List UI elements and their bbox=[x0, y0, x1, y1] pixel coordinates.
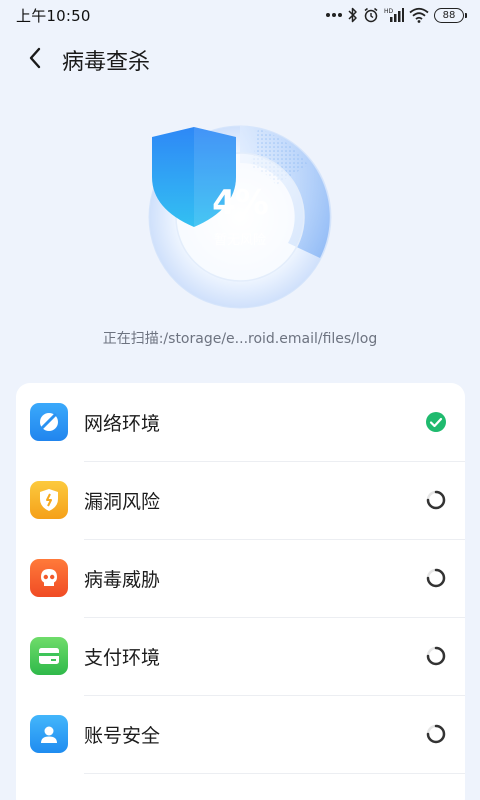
dots-icon bbox=[325, 7, 343, 23]
virus-skull-icon bbox=[30, 559, 68, 597]
check-item-account[interactable]: 账号安全 bbox=[16, 695, 465, 773]
battery-level: 88 bbox=[442, 9, 456, 21]
network-icon bbox=[30, 403, 68, 441]
payment-card-icon bbox=[30, 637, 68, 675]
check-done-icon bbox=[425, 411, 447, 433]
status-icons: HD 88 bbox=[325, 7, 467, 23]
wifi-icon bbox=[409, 7, 429, 23]
chevron-left-icon bbox=[28, 46, 42, 74]
loading-spinner-icon bbox=[425, 723, 447, 745]
divider bbox=[84, 773, 465, 774]
check-item-virus[interactable]: 病毒威胁 bbox=[16, 539, 465, 617]
alarm-icon bbox=[363, 7, 379, 23]
risk-status: 暂无风险 bbox=[213, 233, 266, 248]
status-bar: 上午10:50 HD 88 bbox=[0, 0, 480, 30]
check-item-vulnerability[interactable]: 漏洞风险 bbox=[16, 461, 465, 539]
check-list-card: 网络环境 漏洞风险 病毒威胁 支付环境 账号安全 bbox=[16, 383, 465, 800]
check-label: 账号安全 bbox=[84, 724, 161, 747]
page-title: 病毒查杀 bbox=[62, 50, 151, 75]
scan-progress-gauge: 4% 暂无风险 bbox=[148, 125, 332, 309]
loading-spinner-icon bbox=[425, 645, 447, 667]
hd-signal-icon: HD bbox=[384, 7, 404, 23]
scan-percent: 4% bbox=[212, 183, 269, 223]
status-time: 上午10:50 bbox=[16, 6, 91, 25]
loading-spinner-icon bbox=[425, 489, 447, 511]
vulnerability-shield-icon bbox=[30, 481, 68, 519]
svg-text:HD: HD bbox=[384, 8, 394, 15]
header: 病毒查杀 bbox=[0, 38, 480, 82]
bluetooth-icon bbox=[348, 7, 358, 23]
check-item-payment[interactable]: 支付环境 bbox=[16, 617, 465, 695]
check-item-network[interactable]: 网络环境 bbox=[16, 383, 465, 461]
check-label: 网络环境 bbox=[84, 412, 161, 435]
check-label: 漏洞风险 bbox=[84, 490, 161, 513]
account-user-icon bbox=[30, 715, 68, 753]
check-label: 支付环境 bbox=[84, 646, 161, 669]
check-label: 病毒威胁 bbox=[84, 568, 161, 591]
scan-path: 正在扫描:/storage/e...roid.email/files/log bbox=[102, 331, 378, 347]
back-button[interactable] bbox=[10, 38, 60, 82]
loading-spinner-icon bbox=[425, 567, 447, 589]
battery-icon: 88 bbox=[434, 7, 467, 23]
